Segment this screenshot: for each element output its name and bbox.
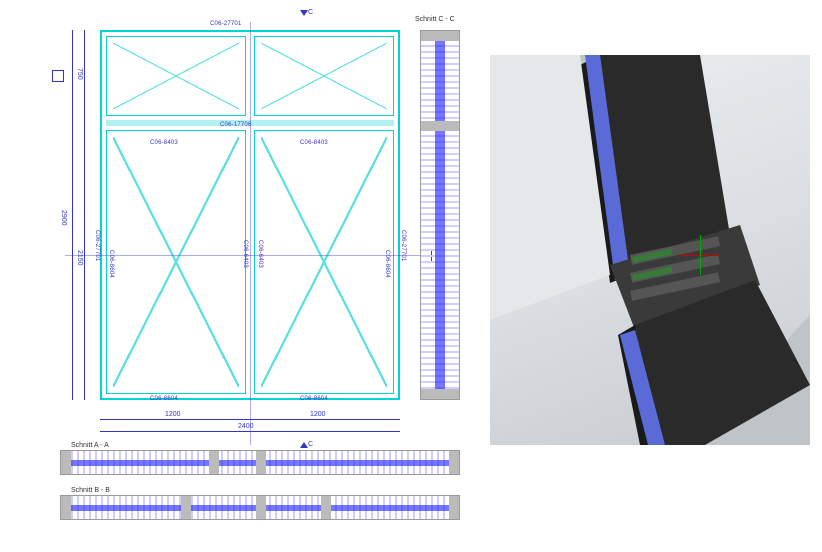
section-b-horizontal[interactable]: Schnitt B - B	[60, 495, 460, 520]
section-mark-c-top: C	[308, 9, 313, 16]
label-side-l: C06-27701	[94, 230, 100, 262]
front-elevation[interactable]: C06-27701 C06-17706 C06-8403 C06-8403 C0…	[100, 30, 400, 400]
render-svg	[490, 55, 810, 445]
dim-height-sub: 2150	[76, 250, 83, 266]
panel-top-left	[106, 36, 246, 116]
section-mark-c-bottom-icon	[300, 442, 308, 448]
dim-panel-width-l: 1200	[165, 411, 181, 418]
section-mark-c-bottom: C	[308, 441, 313, 448]
panel-top-right	[254, 36, 394, 116]
dim-height-total: 2900	[60, 210, 67, 226]
section-c-vertical[interactable]	[420, 30, 460, 400]
label-sash-bl: C06-8604	[150, 396, 178, 402]
3d-render-panel[interactable]	[490, 55, 810, 445]
label-outer-frame-top: C06-27701	[210, 21, 242, 27]
label-transom: C06-17706	[220, 122, 252, 128]
section-c-title: Schnitt C - C	[415, 16, 455, 23]
label-sash-tl: C06-8403	[150, 140, 178, 146]
centerline-v	[250, 22, 251, 445]
centerline-h	[65, 255, 460, 256]
dim-panel-width-r: 1200	[310, 411, 326, 418]
label-sash-br: C06-8604	[300, 396, 328, 402]
section-a-horizontal[interactable]: Schnitt A - A	[60, 450, 460, 475]
panel-bottom-right	[254, 130, 394, 394]
section-mark-b-left-icon	[52, 70, 64, 82]
panel-bottom-left	[106, 130, 246, 394]
section-a-title: Schnitt A - A	[71, 442, 109, 449]
dim-line-height-sub	[84, 30, 85, 400]
section-mark-c-top-icon	[300, 10, 308, 16]
label-mullion: C06-6403	[242, 240, 248, 268]
label-sash-tr: C06-8403	[300, 140, 328, 146]
viewport: C06-27701 C06-17706 C06-8403 C06-8403 C0…	[0, 0, 822, 552]
section-b-title: Schnitt B - B	[71, 487, 110, 494]
label-mullion-top: C06-6403	[257, 240, 263, 268]
2d-drawing-panel[interactable]: C06-27701 C06-17706 C06-8403 C06-8403 C0…	[60, 30, 460, 530]
dim-width-total: 2400	[238, 423, 254, 430]
dim-transom-h: 750	[76, 68, 83, 80]
dim-line-height	[72, 30, 73, 400]
label-side-r: C06-27701	[400, 230, 406, 262]
